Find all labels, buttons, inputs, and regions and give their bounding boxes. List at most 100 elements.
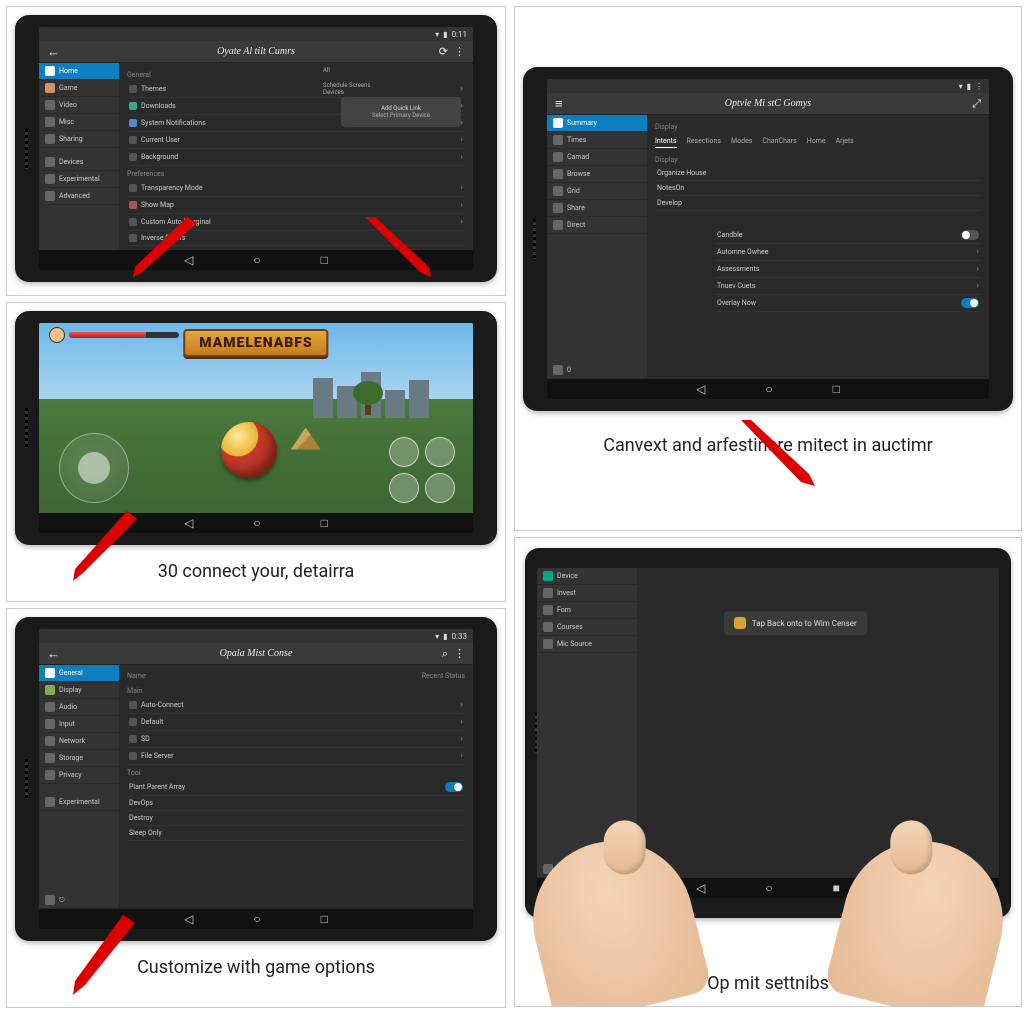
sidebar-item-storage[interactable]: Storage	[39, 750, 119, 767]
nav-home-icon[interactable]: ○	[253, 516, 260, 530]
nav-recent-icon[interactable]: ■	[833, 881, 840, 895]
toggle[interactable]	[961, 298, 979, 308]
sidebar-item[interactable]: Times	[547, 132, 647, 149]
back-button[interactable]: ←	[47, 44, 60, 60]
tree-icon	[353, 381, 383, 415]
tab[interactable]: Home	[807, 137, 826, 148]
sidebar-item[interactable]: Share	[547, 200, 647, 217]
sidebar-item[interactable]: Fom	[537, 602, 637, 619]
health-bar	[49, 329, 179, 341]
sidebar-item-display[interactable]: Display	[39, 682, 119, 699]
sidebar-item-experimental[interactable]: Experimental	[39, 794, 119, 811]
nav-home-icon[interactable]: ○	[765, 881, 772, 895]
tab[interactable]: Resections	[687, 137, 721, 148]
menu-icon[interactable]: ⋮	[454, 45, 465, 58]
settings-row[interactable]: Develop	[655, 196, 981, 211]
settings-row[interactable]: File Server›	[127, 748, 465, 765]
game-ball	[221, 422, 277, 478]
virtual-joystick[interactable]	[59, 433, 129, 503]
sidebar-item-devices[interactable]: Devices	[39, 154, 119, 171]
section-main: Main	[127, 683, 465, 697]
nav-back-icon[interactable]: ◁	[184, 516, 193, 530]
settings-row[interactable]: Tnuev Cuets›	[715, 278, 981, 295]
settings-row[interactable]: Background›	[127, 149, 465, 166]
warning-icon	[734, 617, 746, 629]
sidebar-item[interactable]: Browse	[547, 166, 647, 183]
settings-row[interactable]: Transparency Mode›	[127, 180, 465, 197]
menu-icon[interactable]: ⋮	[975, 82, 983, 91]
sidebar-item-advanced[interactable]: Advanced	[39, 188, 119, 205]
nav-back-icon[interactable]: ◁	[696, 881, 705, 895]
sidebar-item-misc[interactable]: Misc	[39, 114, 119, 131]
nav-back-icon[interactable]: ◁	[696, 382, 705, 396]
search-icon[interactable]: ⌕	[442, 647, 448, 661]
quick-link-card[interactable]: Add Quick Link Select Primary Device	[341, 97, 461, 127]
tab-bar: Intents Resections Modes ChanChars Home …	[655, 133, 981, 152]
expand-icon[interactable]: ⤢	[972, 97, 981, 111]
battery-icon: ▮	[443, 30, 447, 39]
nav-recent-icon[interactable]: □	[321, 253, 328, 267]
settings-row[interactable]: Show Map›	[127, 197, 465, 214]
settings-row[interactable]: Destroy	[127, 811, 465, 826]
sidebar-item-network[interactable]: Network	[39, 733, 119, 750]
settings-row[interactable]: Plant Parent Array	[127, 779, 465, 796]
menu-icon[interactable]: ⋮	[454, 647, 465, 661]
toggle[interactable]	[445, 782, 463, 792]
tab[interactable]: ChanChars	[762, 137, 796, 148]
tab[interactable]: Modes	[731, 137, 752, 148]
sidebar-item[interactable]: Grid	[547, 183, 647, 200]
caption-device-settings: Device Settings	[7, 290, 505, 296]
action-button-d[interactable]	[425, 473, 455, 503]
tablet-customize: ▾ ▮ 0:33 ← Opala Mist Conse ⌕ ⋮	[15, 617, 497, 941]
settings-row[interactable]: Sleep Only	[127, 826, 465, 841]
settings-row[interactable]: Assessments›	[715, 261, 981, 278]
nav-home-icon[interactable]: ○	[253, 253, 260, 267]
toggle[interactable]	[961, 230, 979, 240]
sidebar-item-sharing[interactable]: Sharing	[39, 131, 119, 148]
settings-row[interactable]: Candble	[715, 227, 981, 244]
sidebar-item-experimental[interactable]: Experimental	[39, 171, 119, 188]
settings-row[interactable]: Organize House	[655, 166, 981, 181]
sidebar-item-audio[interactable]: Audio	[39, 699, 119, 716]
settings-row[interactable]: SD›	[127, 731, 465, 748]
settings-row[interactable]: Custom Auto Marginal›	[127, 214, 465, 231]
sidebar-item[interactable]: Mic Source	[537, 636, 637, 653]
nav-back-icon[interactable]: ◁	[184, 253, 193, 267]
settings-row[interactable]: Automne Owhee›	[715, 244, 981, 261]
sidebar-item-video[interactable]: Video	[39, 97, 119, 114]
sidebar-item[interactable]: Courses	[537, 619, 637, 636]
sidebar-item-summary[interactable]: Summary	[547, 115, 647, 132]
sidebar-item[interactable]: Invest	[537, 585, 637, 602]
tab[interactable]: Intents	[655, 137, 677, 148]
action-button-c[interactable]	[389, 473, 419, 503]
back-button[interactable]: ←	[47, 646, 60, 662]
settings-row[interactable]: Current User›	[127, 132, 465, 149]
nav-back-icon[interactable]: ◁	[184, 912, 193, 926]
sidebar-item[interactable]: Device	[537, 568, 637, 585]
settings-row[interactable]: NotesOn	[655, 181, 981, 196]
nav-recent-icon[interactable]: □	[833, 382, 840, 396]
settings-row[interactable]: DevOps	[127, 796, 465, 811]
settings-row[interactable]: Auto-Connect›	[127, 697, 465, 714]
sidebar-item[interactable]: Camad	[547, 149, 647, 166]
tab[interactable]: Arjets	[836, 137, 854, 148]
sidebar-item-general[interactable]: General	[39, 665, 119, 682]
action-button-a[interactable]	[389, 437, 419, 467]
nav-recent-icon[interactable]: □	[321, 912, 328, 926]
section-display: Display	[655, 152, 981, 166]
sidebar-item-game[interactable]: Game	[39, 80, 119, 97]
sidebar-item-home[interactable]: Home	[39, 63, 119, 80]
sidebar-item[interactable]: Direct	[547, 217, 647, 234]
status-bar: ▾ ▮ 0:33	[39, 629, 473, 643]
settings-row[interactable]: Inverse Colors	[127, 231, 465, 246]
settings-row[interactable]: Overlay Now	[715, 295, 981, 312]
hamburger-icon[interactable]: ≡	[555, 96, 563, 112]
refresh-icon[interactable]: ⟳	[439, 45, 448, 58]
sidebar-item-privacy[interactable]: Privacy	[39, 767, 119, 784]
sidebar-item-input[interactable]: Input	[39, 716, 119, 733]
nav-home-icon[interactable]: ○	[765, 382, 772, 396]
nav-home-icon[interactable]: ○	[253, 912, 260, 926]
settings-row[interactable]: Default›	[127, 714, 465, 731]
nav-recent-icon[interactable]: □	[321, 516, 328, 530]
action-button-b[interactable]	[425, 437, 455, 467]
